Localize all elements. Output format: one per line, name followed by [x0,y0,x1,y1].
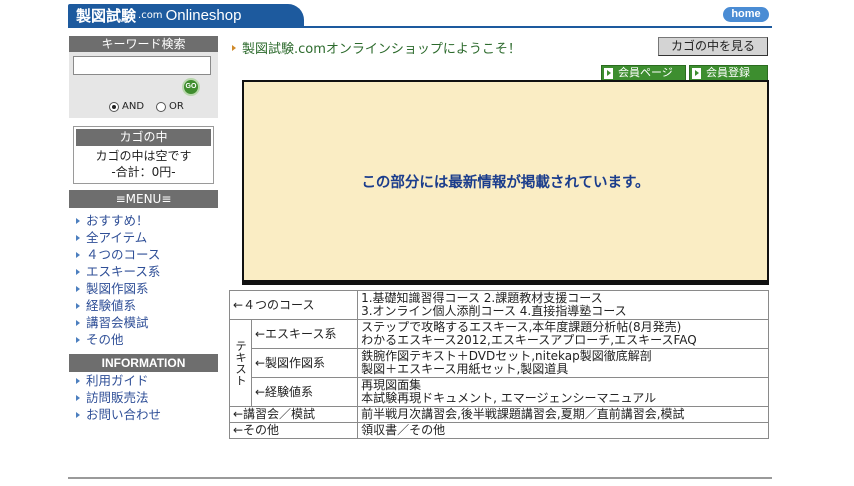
menu-item-label: その他 [86,332,124,347]
arrow-box-icon [692,67,701,79]
menu-item-label: 経験値系 [86,298,137,313]
category-esquisse-link[interactable]: ←エスキース系 [250,319,359,349]
menu-item-label: ４つのコース [86,247,161,262]
menu-item-esquisse[interactable]: エスキース系 [76,263,160,280]
category-courses-desc: 1.基礎知識習得コース 2.課題教材支援コース 3.オンライン個人添削コース 4… [357,290,769,320]
menu-item-experience[interactable]: 経験値系 [76,297,160,314]
cart-empty-text: カゴの中は空です [95,149,192,163]
table-row: ←経験値系 再現図面集 本試験再現ドキュメント, エマージェンシーマニュアル [230,377,769,407]
category-experience-link[interactable]: ←経験値系 [250,377,359,407]
information-list: 利用ガイド 訪問販売法 お問い合わせ [76,372,161,423]
desc-line: わかるエスキース2012,エスキースアプローチ,エスキースFAQ [361,333,697,347]
table-row: ←講習会／模試 前半戦月次講習会,後半戦課題講習会,夏期／直前講習会,模試 [228,406,769,423]
bullet-arrow-icon [76,319,80,326]
member-page-label: 会員ページ [618,66,673,79]
news-text: この部分には最新情報が掲載されています。 [361,174,650,191]
cart-summary: カゴの中 カゴの中は空です -合計：0円- [73,126,214,184]
desc-line: 本試験再現ドキュメント, エマージェンシーマニュアル [361,391,657,405]
welcome-text: 製図試験.comオンラインショップにようこそ！ [242,42,521,57]
category-drafting-desc: 鉄腕作図テキスト＋DVDセット,nitekap製図徹底解剖 製図＋エスキース用紙… [357,348,769,378]
bullet-arrow-icon [76,251,80,258]
info-item-contact[interactable]: お問い合わせ [76,406,161,423]
info-item-label: 利用ガイド [86,373,149,388]
logo-shop: Onlineshop [165,6,242,24]
info-item-label: 訪問販売法 [86,390,149,405]
bullet-arrow-icon [76,268,80,275]
menu-item-label: 製図作図系 [86,281,149,296]
menu-item-other[interactable]: その他 [76,331,160,348]
menu-item-seminar[interactable]: 講習会模試 [76,314,160,331]
cart-title: カゴの中 [76,129,211,146]
text-group-label: テキスト [229,319,252,407]
bullet-arrow-icon [76,411,80,418]
table-row: ←製図作図系 鉄腕作図テキスト＋DVDセット,nitekap製図徹底解剖 製図＋… [230,348,769,378]
table-row: ←４つのコース 1.基礎知識習得コース 2.課題教材支援コース 3.オンライン個… [228,290,769,320]
category-courses-link[interactable]: ←４つのコース [228,290,359,320]
bullet-arrow-icon [76,234,80,241]
desc-line: 製図＋エスキース用紙セット,製図道具 [361,362,569,376]
menu-item-all-items[interactable]: 全アイテム [76,229,160,246]
category-experience-desc: 再現図面集 本試験再現ドキュメント, エマージェンシーマニュアル [357,377,769,407]
category-other-link[interactable]: ←その他 [228,422,359,439]
member-register-tab[interactable]: 会員登録 [689,65,768,81]
desc-line: 3.オンライン個人添削コース 4.直接指導塾コース [361,304,627,318]
information-title: INFORMATION [69,354,218,372]
bullet-arrow-icon [76,302,80,309]
header-divider [68,26,772,28]
keyword-search-title: キーワード検索 [69,36,218,52]
bullet-arrow-icon [76,217,80,224]
bullet-arrow-icon [76,285,80,292]
menu-item-drafting[interactable]: 製図作図系 [76,280,160,297]
category-esquisse-desc: ステップで攻略するエスキース,本年度課題分析帖(8月発売) わかるエスキース20… [357,319,769,349]
menu-item-four-courses[interactable]: ４つのコース [76,246,160,263]
or-label: OR [169,101,184,112]
category-drafting-link[interactable]: ←製図作図系 [250,348,359,378]
keyword-search-input[interactable] [73,56,211,75]
info-item-sales-law[interactable]: 訪問販売法 [76,389,161,406]
menu-item-label: 全アイテム [86,230,148,245]
category-seminar-desc: 前半戦月次講習会,後半戦課題講習会,夏期／直前講習会,模試 [357,406,769,423]
member-page-tab[interactable]: 会員ページ [601,65,686,81]
menu-item-label: おすすめ！ [86,213,149,228]
info-item-guide[interactable]: 利用ガイド [76,372,161,389]
menu-title: ≡MENU≡ [69,190,218,208]
search-mode-group: AND OR [109,101,196,112]
text-group-text: テキスト [234,340,248,386]
home-button[interactable]: home [723,7,769,22]
arrow-box-icon [604,67,613,79]
footer-divider [68,477,772,479]
site-logo[interactable]: 製図試験 .com Onlineshop [68,4,304,26]
cart-total: -合計：0円- [111,165,176,179]
and-radio[interactable] [109,101,119,112]
news-panel: この部分には最新情報が掲載されています。 [242,80,769,285]
logo-com: .com [138,9,163,21]
menu-list: おすすめ！ 全アイテム ４つのコース エスキース系 製図作図系 経験値系 講習会… [76,212,160,348]
view-cart-button[interactable]: カゴの中を見る [658,37,768,56]
category-other-desc: 領収書／その他 [357,422,769,439]
logo-kanji: 製図試験 [76,6,137,25]
menu-item-recommend[interactable]: おすすめ！ [76,212,160,229]
bullet-arrow-icon [76,377,80,384]
info-item-label: お問い合わせ [86,407,162,422]
bullet-arrow-icon [76,394,80,401]
member-register-label: 会員登録 [706,66,750,79]
bullet-arrow-icon [76,336,80,343]
table-row: ←その他 領収書／その他 [228,422,769,439]
keyword-search-panel: GO AND OR [69,52,218,118]
welcome-message: 製図試験.comオンラインショップにようこそ！ [232,38,521,57]
table-row: テキスト ←エスキース系 ステップで攻略するエスキース,本年度課題分析帖(8月発… [229,319,769,407]
go-button[interactable]: GO [182,78,200,96]
menu-item-label: 講習会模試 [86,315,149,330]
category-seminar-link[interactable]: ←講習会／模試 [228,406,359,423]
bullet-arrow-icon [232,44,236,51]
menu-item-label: エスキース系 [86,264,161,279]
and-label: AND [122,101,145,112]
or-radio[interactable] [156,101,167,112]
category-table: ←４つのコース 1.基礎知識習得コース 2.課題教材支援コース 3.オンライン個… [228,290,769,439]
